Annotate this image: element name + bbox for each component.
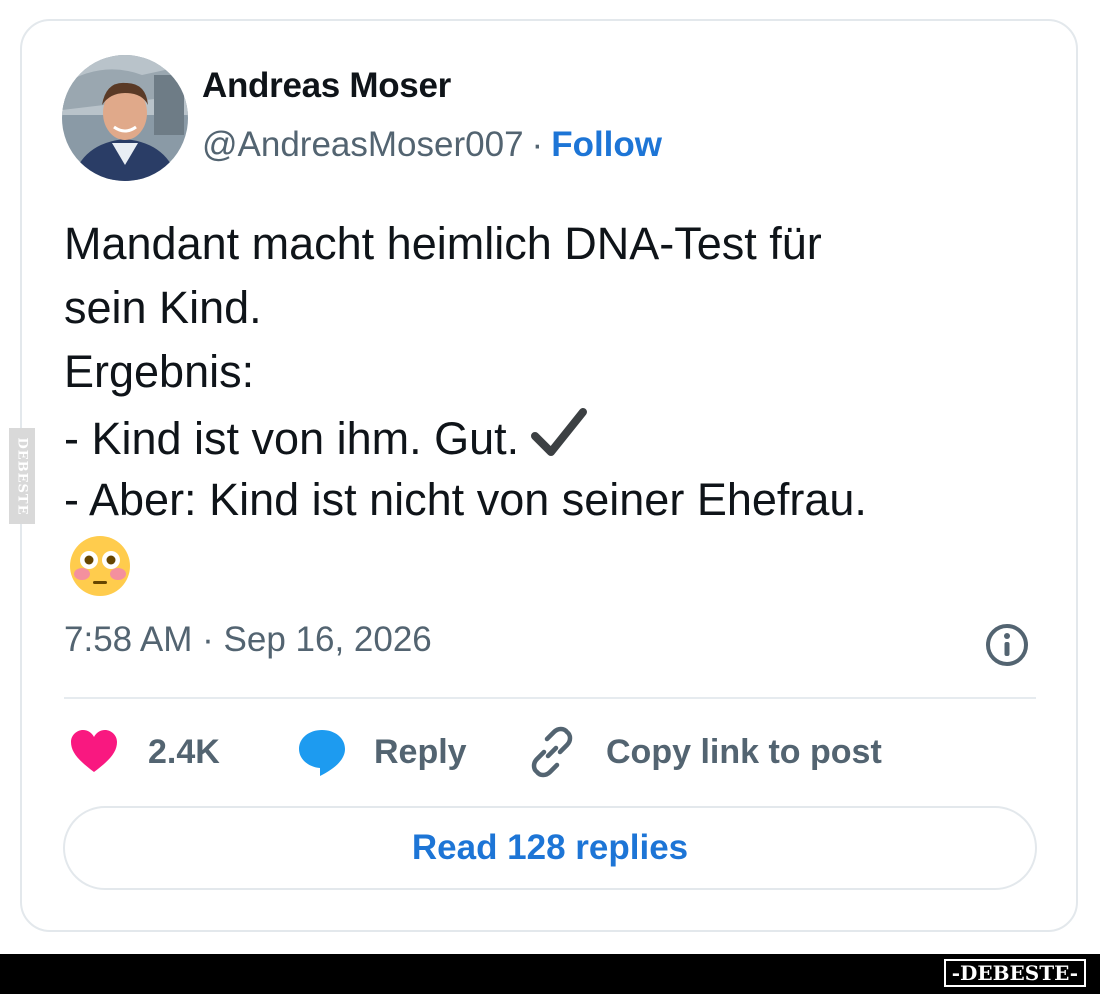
tweet-line: - Aber: Kind ist nicht von seiner Ehefra… [64, 474, 867, 525]
read-replies-button[interactable]: Read 128 replies [63, 806, 1037, 890]
tweet-line: sein Kind. [64, 282, 262, 333]
like-count: 2.4K [148, 732, 220, 771]
tweet-line: Ergebnis: [64, 346, 255, 397]
copy-link-button[interactable]: Copy link to post [526, 725, 882, 779]
info-icon[interactable] [984, 622, 1030, 668]
avatar[interactable] [62, 55, 188, 181]
tweet-line: Mandant macht heimlich DNA-Test für [64, 218, 822, 269]
timestamp[interactable]: 7:58 AM · Sep 16, 2026 [64, 620, 432, 660]
avatar-photo [62, 55, 188, 181]
tweet-text: Mandant macht heimlich DNA-Test für sein… [64, 212, 1044, 532]
follow-button[interactable]: Follow [551, 125, 662, 164]
handle-row: @AndreasMoser007 · Follow [202, 125, 662, 165]
divider [64, 697, 1036, 699]
flushed-face-emoji-icon [70, 536, 130, 596]
like-button[interactable]: 2.4K [68, 725, 220, 779]
footer-bar: -DEBESTE- [0, 954, 1100, 994]
copy-link-label: Copy link to post [606, 732, 882, 771]
footer-watermark-logo: -DEBESTE- [943, 959, 1086, 987]
link-icon [531, 726, 573, 778]
reply-button[interactable]: Reply [296, 725, 467, 779]
tweet-line-with-check: - Kind ist von ihm. Gut. [64, 404, 1044, 468]
tweet-line: - Kind ist von ihm. Gut. [64, 413, 520, 464]
author-handle[interactable]: @AndreasMoser007 [202, 125, 524, 164]
author-name[interactable]: Andreas Moser [202, 66, 451, 106]
side-watermark-text: DEBESTE [14, 436, 30, 516]
separator-dot: · [531, 125, 544, 164]
page: Andreas Moser @AndreasMoser007 · Follow Ma… [0, 0, 1100, 994]
check-mark-icon [531, 408, 588, 456]
heart-icon [71, 730, 117, 772]
reply-label: Reply [374, 732, 467, 771]
side-watermark-logo: DEBESTE [9, 428, 35, 524]
speech-bubble-icon [299, 730, 345, 776]
